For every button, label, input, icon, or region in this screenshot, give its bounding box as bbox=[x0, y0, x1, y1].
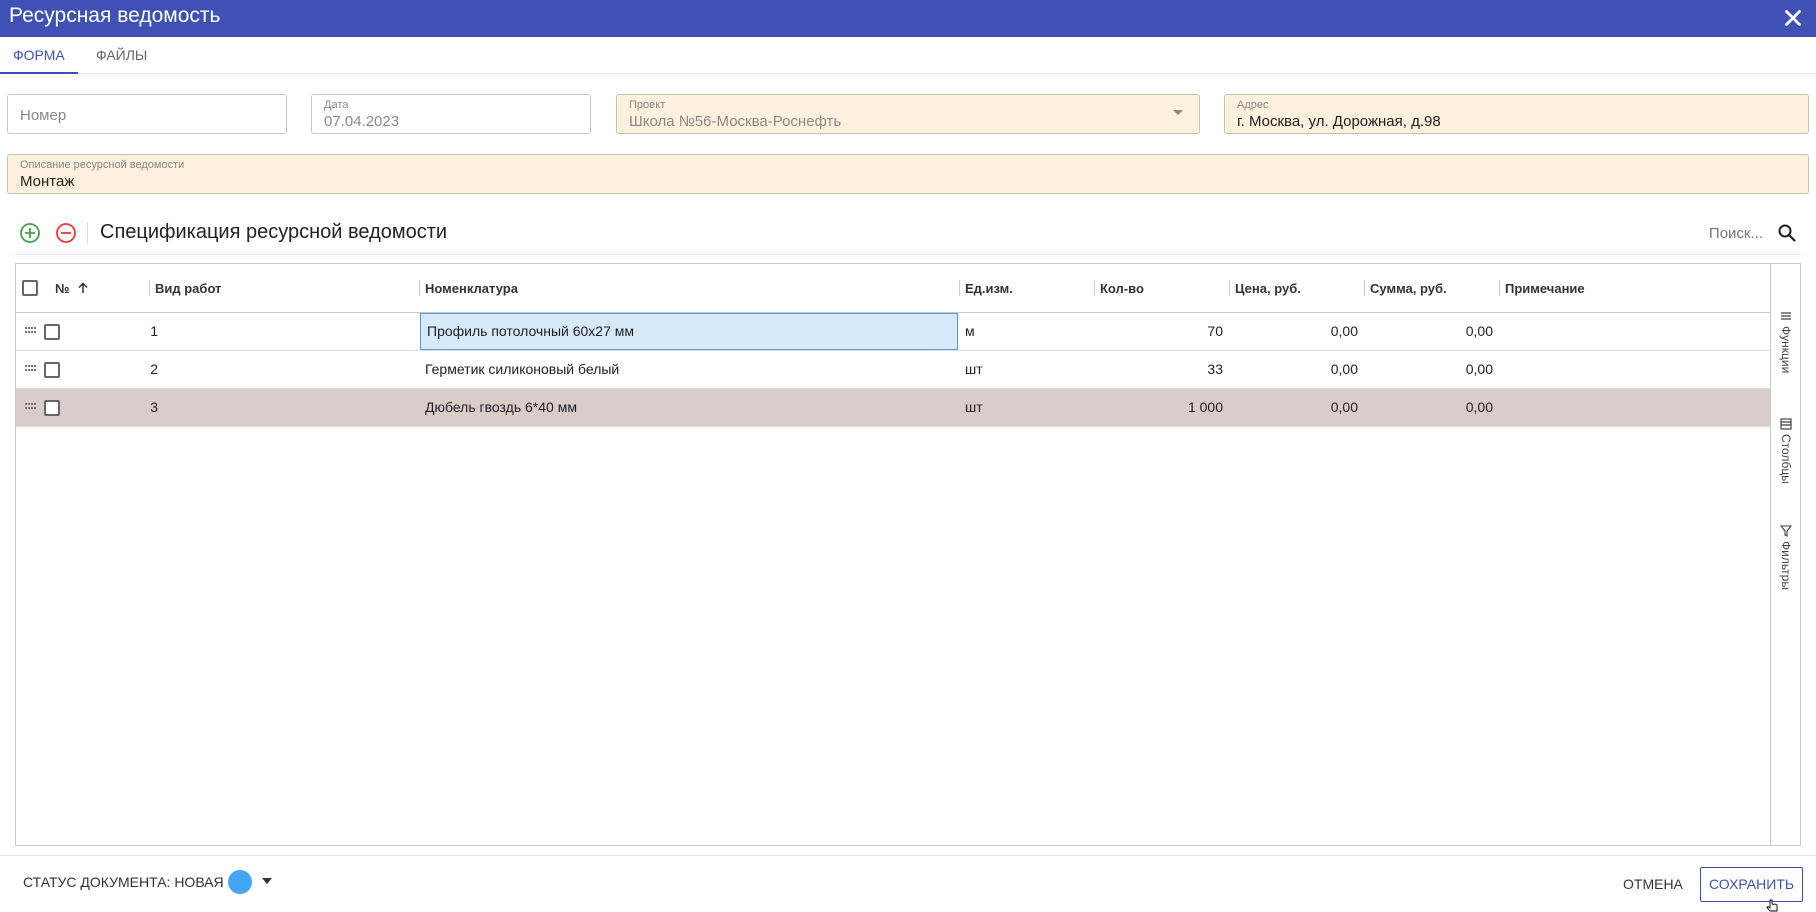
cell-note[interactable] bbox=[1499, 351, 1769, 388]
cell-nomenclature[interactable]: Герметик силиконовый белый bbox=[419, 351, 959, 388]
number-placeholder: Номер bbox=[20, 107, 67, 124]
cell-price[interactable]: 0,00 bbox=[1229, 351, 1364, 388]
cell-work-type[interactable] bbox=[149, 389, 419, 426]
project-value: Школа №56-Москва-Роснефть bbox=[629, 113, 842, 130]
col-header-num-label: № bbox=[55, 281, 70, 296]
drag-handle-icon[interactable] bbox=[25, 365, 37, 373]
grid-side-panel: Функции Столбцы Фильтры bbox=[1770, 264, 1800, 845]
cell-note[interactable] bbox=[1499, 313, 1769, 350]
table-row[interactable]: 2 Герметик силиконовый белый шт 33 0,00 … bbox=[16, 351, 1770, 389]
sort-asc-icon[interactable] bbox=[77, 282, 89, 294]
mouse-pointer-icon bbox=[1766, 899, 1778, 912]
tab-files[interactable]: Файлы bbox=[83, 37, 160, 74]
description-label: Описание ресурсной ведомости bbox=[20, 159, 185, 171]
cell-qty[interactable]: 33 bbox=[1094, 351, 1229, 388]
document-status: Статус документа: Новая bbox=[23, 874, 224, 890]
col-header-num[interactable]: № bbox=[49, 264, 164, 313]
spec-grid: № Вид работ Номенклатура Ед.изм. Кол-во … bbox=[15, 263, 1801, 846]
status-indicator-icon bbox=[228, 870, 252, 894]
cell-num[interactable]: 2 bbox=[49, 351, 164, 388]
number-field[interactable]: Номер bbox=[7, 94, 287, 134]
side-filters-label: Фильтры bbox=[1779, 541, 1793, 590]
grid-header: № Вид работ Номенклатура Ед.изм. Кол-во … bbox=[16, 264, 1770, 313]
address-field[interactable]: Адрес г. Москва, ул. Дорожная, д.98 bbox=[1224, 94, 1809, 134]
cell-unit[interactable]: шт bbox=[959, 389, 1094, 426]
cell-work-type[interactable] bbox=[149, 313, 419, 350]
cell-sum[interactable]: 0,00 bbox=[1364, 389, 1499, 426]
project-select[interactable]: Проект Школа №56-Москва-Роснефть bbox=[616, 94, 1200, 134]
project-label: Проект bbox=[629, 99, 666, 111]
col-header-qty[interactable]: Кол-во bbox=[1094, 264, 1229, 313]
side-functions-label: Функции bbox=[1779, 326, 1793, 374]
menu-icon bbox=[1781, 312, 1791, 320]
side-filters-button[interactable]: Фильтры bbox=[1771, 521, 1801, 601]
cell-qty[interactable]: 1 000 bbox=[1094, 389, 1229, 426]
tab-form[interactable]: Форма bbox=[0, 37, 78, 74]
col-header-unit[interactable]: Ед.изм. bbox=[959, 264, 1094, 313]
cell-note[interactable] bbox=[1499, 389, 1769, 426]
cell-num[interactable]: 3 bbox=[49, 389, 164, 426]
cell-nomenclature[interactable]: Дюбель гвоздь 6*40 мм bbox=[419, 389, 959, 426]
spec-toolbar: Спецификация ресурсной ведомости bbox=[15, 212, 1801, 255]
date-field[interactable]: Дата 07.04.2023 bbox=[311, 94, 591, 134]
save-button[interactable]: Сохранить bbox=[1700, 867, 1804, 902]
cell-qty[interactable]: 70 bbox=[1094, 313, 1229, 350]
cell-sum[interactable]: 0,00 bbox=[1364, 313, 1499, 350]
drag-handle-icon[interactable] bbox=[25, 327, 37, 335]
side-functions-button[interactable]: Функции bbox=[1771, 306, 1801, 396]
add-row-icon[interactable] bbox=[19, 222, 41, 244]
table-row[interactable]: 1 Профиль потолочный 60x27 мм м 70 0,00 … bbox=[16, 313, 1770, 351]
remove-row-icon[interactable] bbox=[55, 222, 77, 244]
cell-sum[interactable]: 0,00 bbox=[1364, 351, 1499, 388]
drag-handle-icon[interactable] bbox=[25, 403, 37, 411]
col-header-price[interactable]: Цена, руб. bbox=[1229, 264, 1364, 313]
window-title: Ресурсная ведомость bbox=[9, 4, 221, 27]
address-value: г. Москва, ул. Дорожная, д.98 bbox=[1237, 113, 1441, 130]
side-columns-button[interactable]: Столбцы bbox=[1771, 414, 1801, 494]
side-columns-label: Столбцы bbox=[1779, 434, 1793, 484]
description-value: Монтаж bbox=[20, 173, 75, 190]
spec-title: Спецификация ресурсной ведомости bbox=[100, 221, 448, 243]
date-value: 07.04.2023 bbox=[324, 113, 400, 130]
address-label: Адрес bbox=[1237, 99, 1269, 111]
search-icon[interactable] bbox=[1777, 223, 1797, 243]
cancel-button[interactable]: Отмена bbox=[1614, 867, 1692, 902]
filter-icon bbox=[1780, 525, 1792, 537]
table-row[interactable]: 3 Дюбель гвоздь 6*40 мм шт 1 000 0,00 0,… bbox=[16, 389, 1770, 427]
columns-icon bbox=[1780, 418, 1792, 430]
close-icon[interactable] bbox=[1780, 5, 1806, 31]
footer-bar: Статус документа: Новая Отмена Сохранить bbox=[0, 855, 1816, 912]
col-header-work-type[interactable]: Вид работ bbox=[149, 264, 419, 313]
date-label: Дата bbox=[324, 99, 349, 111]
cell-unit[interactable]: шт bbox=[959, 351, 1094, 388]
status-dropdown-icon[interactable] bbox=[262, 878, 272, 884]
cell-num[interactable]: 1 bbox=[49, 313, 164, 350]
col-header-sum[interactable]: Сумма, руб. bbox=[1364, 264, 1499, 313]
cell-nomenclature[interactable]: Профиль потолочный 60x27 мм bbox=[420, 313, 958, 350]
cell-work-type[interactable] bbox=[149, 351, 419, 388]
col-header-nomenclature[interactable]: Номенклатура bbox=[419, 264, 959, 313]
cell-price[interactable]: 0,00 bbox=[1229, 313, 1364, 350]
chevron-down-icon[interactable] bbox=[1173, 110, 1183, 115]
cell-price[interactable]: 0,00 bbox=[1229, 389, 1364, 426]
toolbar-divider bbox=[87, 222, 88, 244]
cell-unit[interactable]: м bbox=[959, 313, 1094, 350]
col-header-note[interactable]: Примечание bbox=[1499, 264, 1769, 313]
title-bar: Ресурсная ведомость bbox=[0, 0, 1816, 37]
select-all-checkbox[interactable] bbox=[22, 280, 38, 296]
tab-bar: Форма Файлы bbox=[0, 37, 1816, 74]
search-input[interactable] bbox=[1673, 225, 1763, 242]
description-field[interactable]: Описание ресурсной ведомости Монтаж bbox=[7, 154, 1809, 194]
